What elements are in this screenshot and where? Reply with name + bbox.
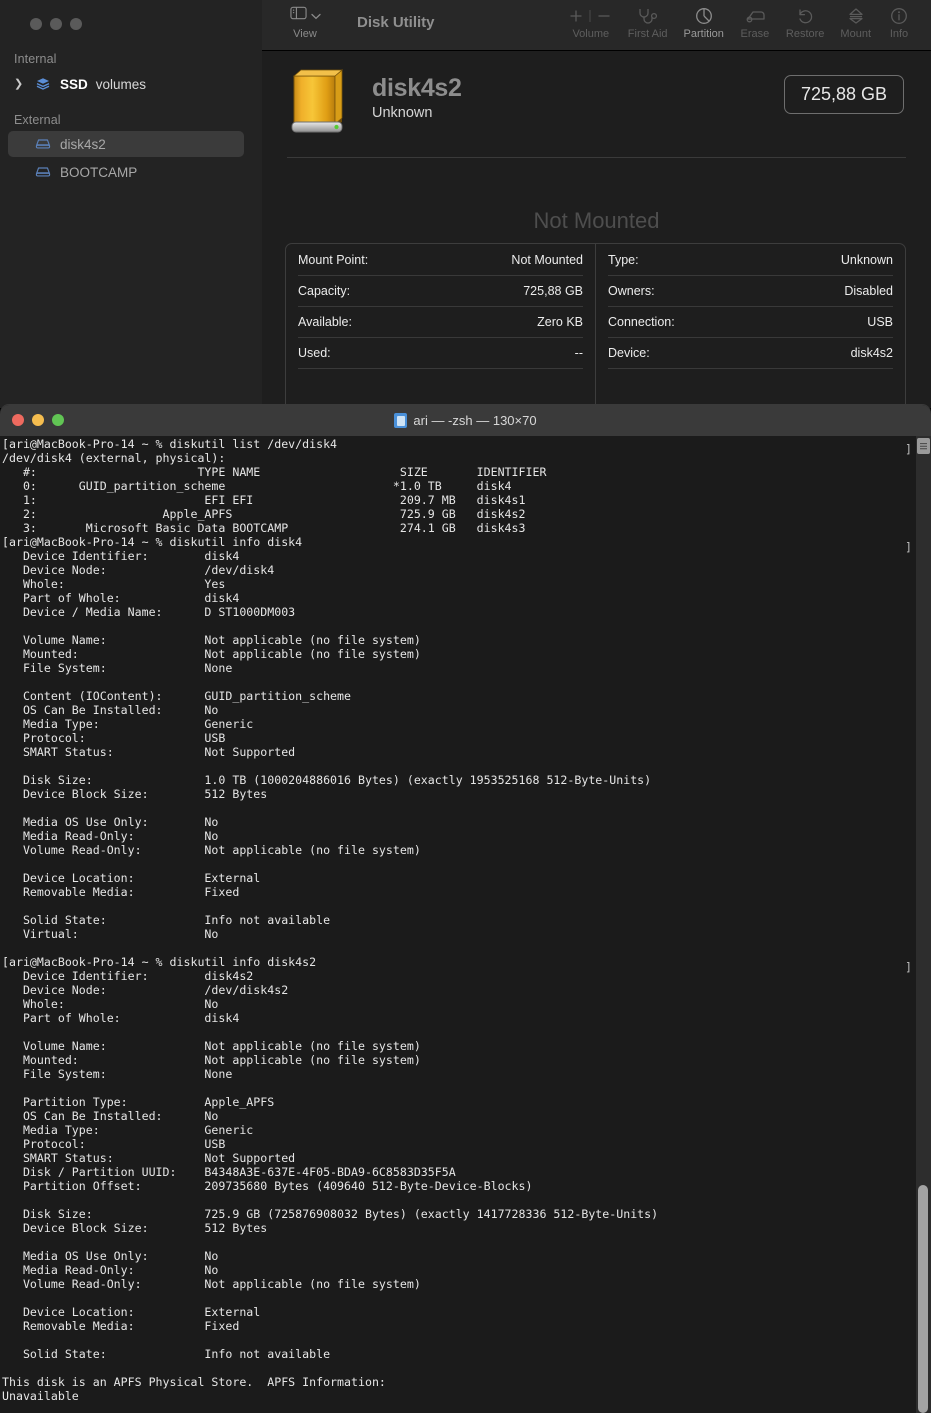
toolbar-erase-button[interactable]: Erase: [732, 5, 778, 40]
toolbar-volume-button[interactable]: Volume: [562, 5, 620, 40]
screen: Internal ❯ SSD volumes External disk4s2 …: [0, 0, 931, 1413]
info-row-connection: Connection: USB: [608, 307, 893, 338]
info-row-type: Type: Unknown: [608, 244, 893, 276]
chevron-right-icon[interactable]: ❯: [14, 78, 26, 90]
toolbar-volume-label: Volume: [572, 28, 610, 40]
toolbar-erase-label: Erase: [740, 28, 770, 40]
prompt-marker: ]: [905, 442, 912, 456]
info-value: disk4s2: [850, 346, 893, 360]
plus-minus-icon: [570, 5, 612, 27]
undo-arrow-icon: [786, 5, 825, 27]
external-hard-drive-icon: [287, 66, 349, 136]
sidebar-group-internal-title: Internal: [14, 52, 57, 66]
sidebar-item-disk4s2[interactable]: disk4s2: [8, 131, 244, 157]
info-key: Type:: [608, 252, 639, 267]
disk-utility-window: Internal ❯ SSD volumes External disk4s2 …: [0, 0, 931, 408]
info-panel: Mount Point: Not Mounted Capacity: 725,8…: [285, 243, 906, 408]
info-row-device: Device: disk4s2: [608, 338, 893, 369]
minimize-button[interactable]: [50, 18, 62, 30]
toolbar-mount-label: Mount: [840, 28, 871, 40]
info-row-available: Available: Zero KB: [298, 307, 583, 338]
info-column-left: Mount Point: Not Mounted Capacity: 725,8…: [286, 244, 595, 408]
sidebar-item-bootcamp-label: BOOTCAMP: [60, 164, 138, 180]
disk-hero: disk4s2 Unknown 725,88 GB: [262, 51, 931, 156]
terminal-folder-icon: [394, 413, 408, 428]
info-value: Unknown: [840, 252, 893, 267]
info-row-owners: Owners: Disabled: [608, 276, 893, 307]
toolbar-actions: Volume First Aid Partition Erase Restore…: [562, 5, 925, 40]
toolbar-partition-label: Partition: [683, 28, 724, 40]
stethoscope-icon: [628, 5, 668, 27]
disk-utility-traffic-lights[interactable]: [30, 18, 82, 30]
terminal-titlebar[interactable]: ari — -zsh — 130×70: [0, 405, 931, 436]
layers-icon: [34, 75, 52, 93]
disk-subtitle: Unknown: [372, 105, 433, 121]
zoom-button[interactable]: [70, 18, 82, 30]
sidebar-item-bootcamp[interactable]: BOOTCAMP: [8, 159, 244, 185]
terminal-title-text: ari — -zsh — 130×70: [413, 413, 537, 428]
disk-name: disk4s2: [372, 74, 462, 102]
info-value: USB: [867, 315, 893, 329]
toolbar-partition-button[interactable]: Partition: [676, 5, 732, 40]
sidebar-item-ssd-label: SSD: [60, 76, 88, 92]
capacity-badge: 725,88 GB: [783, 75, 904, 114]
info-row-mount-point: Mount Point: Not Mounted: [298, 244, 583, 276]
info-key: Device:: [608, 346, 650, 360]
sidebar-icon[interactable]: [289, 6, 307, 25]
prompt-marker: ]: [905, 540, 912, 554]
toolbar-info-label: Info: [889, 28, 909, 40]
info-column-right: Type: Unknown Owners: Disabled Connectio…: [595, 244, 905, 408]
info-key: Capacity:: [298, 284, 351, 298]
info-value: Disabled: [844, 284, 893, 298]
info-row-capacity: Capacity: 725,88 GB: [298, 276, 583, 307]
info-row-used: Used: --: [298, 338, 583, 369]
terminal-window: ari — -zsh — 130×70 [ari@MacBook-Pro-14 …: [0, 405, 931, 1413]
prompt-marker: ]: [905, 960, 912, 974]
terminal-prompt-gutter: ] ] ]: [900, 436, 916, 1413]
eraser-icon: [740, 5, 770, 27]
chevron-down-icon[interactable]: [310, 7, 321, 25]
drive-icon: [34, 135, 52, 153]
info-value: --: [574, 346, 583, 360]
toolbar-first-aid-label: First Aid: [627, 28, 668, 40]
terminal-output: [ari@MacBook-Pro-14 ~ % diskutil list /d…: [2, 437, 659, 1403]
view-label: View: [293, 28, 317, 40]
toolbar-mount-button[interactable]: Mount: [832, 5, 879, 40]
info-key: Mount Point:: [298, 252, 369, 267]
hero-divider: [287, 157, 906, 158]
info-key: Owners:: [608, 284, 655, 298]
terminal-scrollbar-thumb[interactable]: [918, 1185, 928, 1413]
toolbar-restore-button[interactable]: Restore: [778, 5, 833, 40]
info-key: Available:: [298, 315, 352, 329]
window-title: Disk Utility: [357, 14, 435, 31]
terminal-body[interactable]: [ari@MacBook-Pro-14 ~ % diskutil list /d…: [0, 436, 900, 1413]
pie-chart-icon: [684, 5, 724, 27]
info-key: Used:: [298, 346, 331, 360]
terminal-scrollbar-button[interactable]: [917, 438, 930, 454]
toolbar: View Disk Utility Volume First Aid Parti…: [262, 0, 931, 50]
toolbar-info-button[interactable]: Info: [879, 5, 925, 40]
mount-status-text: Not Mounted: [533, 208, 660, 233]
sidebar-group-external-title: External: [14, 113, 61, 127]
close-button[interactable]: [30, 18, 42, 30]
main-pane: View Disk Utility Volume First Aid Parti…: [262, 0, 931, 408]
sidebar-item-ssd-suffix: volumes: [95, 76, 147, 92]
info-circle-icon: [887, 5, 911, 27]
toolbar-restore-label: Restore: [785, 28, 825, 40]
sidebar: Internal ❯ SSD volumes External disk4s2 …: [0, 0, 262, 408]
sidebar-item-disk4s2-label: disk4s2: [60, 136, 106, 152]
drive-icon: [34, 163, 52, 181]
info-key: Connection:: [608, 315, 675, 329]
info-value: Zero KB: [537, 315, 583, 329]
info-value: 725,88 GB: [523, 284, 583, 298]
info-value: Not Mounted: [511, 252, 583, 267]
eject-icon: [840, 5, 871, 27]
sidebar-item-ssd[interactable]: ❯ SSD volumes: [8, 71, 244, 97]
terminal-title-group: ari — -zsh — 130×70: [0, 405, 931, 436]
view-button[interactable]: View: [275, 6, 335, 40]
toolbar-first-aid-button[interactable]: First Aid: [620, 5, 676, 40]
